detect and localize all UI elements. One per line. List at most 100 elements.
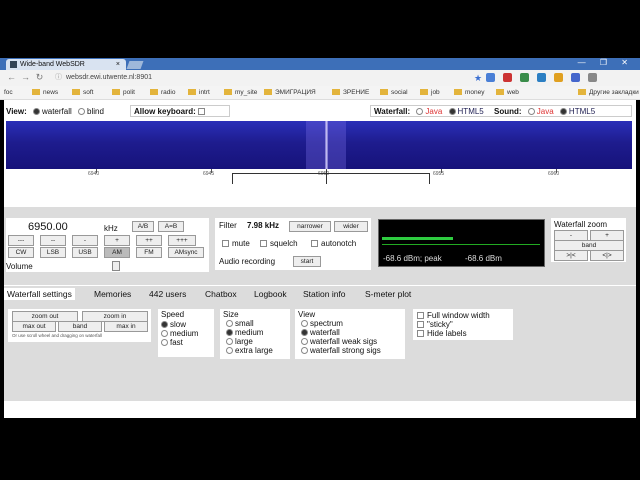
waterfall-display[interactable]: [6, 121, 632, 169]
tab-memories[interactable]: Memories: [91, 288, 135, 300]
folder-icon: [380, 89, 388, 96]
squelch-option[interactable]: squelch: [260, 239, 298, 248]
waterfall-html5-radio[interactable]: [448, 108, 456, 116]
page-footer: [4, 401, 636, 417]
size-large-option[interactable]: large: [226, 337, 253, 346]
mute-option[interactable]: mute: [222, 239, 250, 248]
filter-label: Filter: [219, 221, 237, 230]
folder-icon: [224, 89, 232, 96]
max-in-button[interactable]: max in: [104, 321, 148, 332]
close-tab-icon[interactable]: ×: [116, 59, 120, 70]
extension-icon[interactable]: [554, 73, 563, 82]
bookmark-item[interactable]: job: [420, 88, 440, 97]
max-out-button[interactable]: max out: [12, 321, 56, 332]
back-icon[interactable]: ←: [6, 72, 17, 83]
window-controls[interactable]: — ❐ ✕: [578, 58, 634, 67]
band-button[interactable]: band: [58, 321, 102, 332]
extension-icon[interactable]: [486, 73, 495, 82]
folder-icon: [32, 89, 40, 96]
reload-icon[interactable]: ↻: [34, 72, 45, 83]
sound-java-label: Java: [536, 107, 554, 116]
bookmark-item[interactable]: soft: [72, 88, 93, 97]
bookmark-item[interactable]: news: [32, 88, 58, 97]
step-up-3-button[interactable]: +++: [168, 235, 196, 246]
forward-icon[interactable]: →: [20, 72, 31, 83]
mode-am-button[interactable]: AM: [104, 247, 130, 258]
extension-icon[interactable]: [520, 73, 529, 82]
step-up-1-button[interactable]: +: [104, 235, 130, 246]
mode-lsb-button[interactable]: LSB: [40, 247, 66, 258]
bookmark-item[interactable]: my_site: [224, 88, 257, 97]
step-down-3-button[interactable]: ---: [8, 235, 34, 246]
s-meter-scale-line: [382, 244, 540, 245]
bookmark-item[interactable]: social: [380, 88, 408, 97]
folder-icon: [112, 89, 120, 96]
tab-logbook[interactable]: Logbook: [251, 288, 290, 300]
browser-tab[interactable]: Wide-band WebSDR ×: [6, 59, 126, 70]
bookmarks-bar: [0, 86, 640, 100]
view-waterfall-radio[interactable]: [32, 108, 40, 116]
new-tab-button[interactable]: [126, 61, 144, 69]
speed-slow-option[interactable]: slow: [161, 320, 186, 329]
tab-chatbox[interactable]: Chatbox: [202, 288, 240, 300]
a-equals-b-button[interactable]: A=B: [158, 221, 184, 232]
view-waterfall-label: waterfall: [41, 107, 72, 116]
mode-cw-button[interactable]: CW: [8, 247, 34, 258]
sound-java-radio[interactable]: [527, 108, 535, 116]
bookmark-item[interactable]: web: [496, 88, 519, 97]
speed-medium-option[interactable]: medium: [161, 329, 198, 338]
mode-amsync-button[interactable]: AMsync: [168, 247, 204, 258]
menu-icon[interactable]: [588, 73, 597, 82]
recording-start-button[interactable]: start: [293, 256, 321, 267]
bookmark-star-icon[interactable]: ★: [474, 73, 482, 84]
allow-keyboard-checkbox[interactable]: [198, 108, 206, 116]
step-up-2-button[interactable]: ++: [136, 235, 162, 246]
narrower-button[interactable]: narrower: [289, 221, 331, 232]
sticky-option[interactable]: "sticky": [417, 320, 453, 329]
mode-fm-button[interactable]: FM: [136, 247, 162, 258]
wider-button[interactable]: wider: [334, 221, 368, 232]
size-extra-large-option[interactable]: extra large: [226, 346, 273, 355]
bookmark-item[interactable]: radio: [150, 88, 175, 97]
bookmark-item[interactable]: intrt: [188, 88, 210, 97]
speed-fast-option[interactable]: fast: [161, 338, 183, 347]
extension-icon[interactable]: [537, 73, 546, 82]
bookmark-item[interactable]: foc: [4, 88, 13, 97]
extension-icon[interactable]: [503, 73, 512, 82]
size-small-option[interactable]: small: [226, 319, 254, 328]
tab-users[interactable]: 442 users: [146, 288, 190, 300]
volume-slider[interactable]: [112, 261, 120, 271]
size-medium-option[interactable]: medium: [226, 328, 263, 337]
tab-waterfall-settings[interactable]: Waterfall settings: [4, 288, 75, 300]
waterfall-java-radio[interactable]: [416, 108, 424, 116]
wf-zoom-left-button[interactable]: >|<: [554, 250, 588, 261]
step-down-2-button[interactable]: --: [40, 235, 66, 246]
step-down-1-button[interactable]: -: [72, 235, 98, 246]
view-waterfall-weak-option[interactable]: waterfall weak sigs: [301, 337, 377, 346]
view-blind-radio[interactable]: [78, 108, 86, 116]
s-meter-bar: [382, 237, 453, 240]
url-field[interactable]: ⓘ websdr.ewi.utwente.nl:8901: [55, 72, 475, 84]
hide-labels-option[interactable]: Hide labels: [417, 329, 467, 338]
extension-icon[interactable]: [571, 73, 580, 82]
full-width-option[interactable]: Full window width: [417, 311, 490, 320]
ab-button[interactable]: A/B: [132, 221, 154, 232]
autonotch-option[interactable]: autonotch: [311, 239, 356, 248]
mode-usb-button[interactable]: USB: [72, 247, 98, 258]
tab-s-meter-plot[interactable]: S-meter plot: [362, 288, 415, 300]
sound-html5-radio[interactable]: [559, 108, 567, 116]
speed-title: Speed: [161, 310, 185, 319]
passband-indicator[interactable]: [232, 173, 430, 184]
view-waterfall-option[interactable]: waterfall: [301, 328, 340, 337]
view-spectrum-option[interactable]: spectrum: [301, 319, 343, 328]
view-waterfall-strong-option[interactable]: waterfall strong sigs: [301, 346, 381, 355]
bookmark-item[interactable]: money: [454, 88, 485, 97]
frequency-input[interactable]: 6950.00: [28, 221, 68, 233]
tab-station-info[interactable]: Station info: [300, 288, 349, 300]
bookmark-item[interactable]: ЗРЕНИЕ: [332, 88, 369, 97]
bookmark-item[interactable]: polit: [112, 88, 135, 97]
wf-zoom-right-button[interactable]: <|>: [590, 250, 624, 261]
bookmark-item[interactable]: Другие закладки: [578, 88, 639, 97]
bookmark-item[interactable]: ЭМИГРАЦИЯ: [264, 88, 316, 97]
scale-tick-label: 6960: [548, 171, 560, 177]
